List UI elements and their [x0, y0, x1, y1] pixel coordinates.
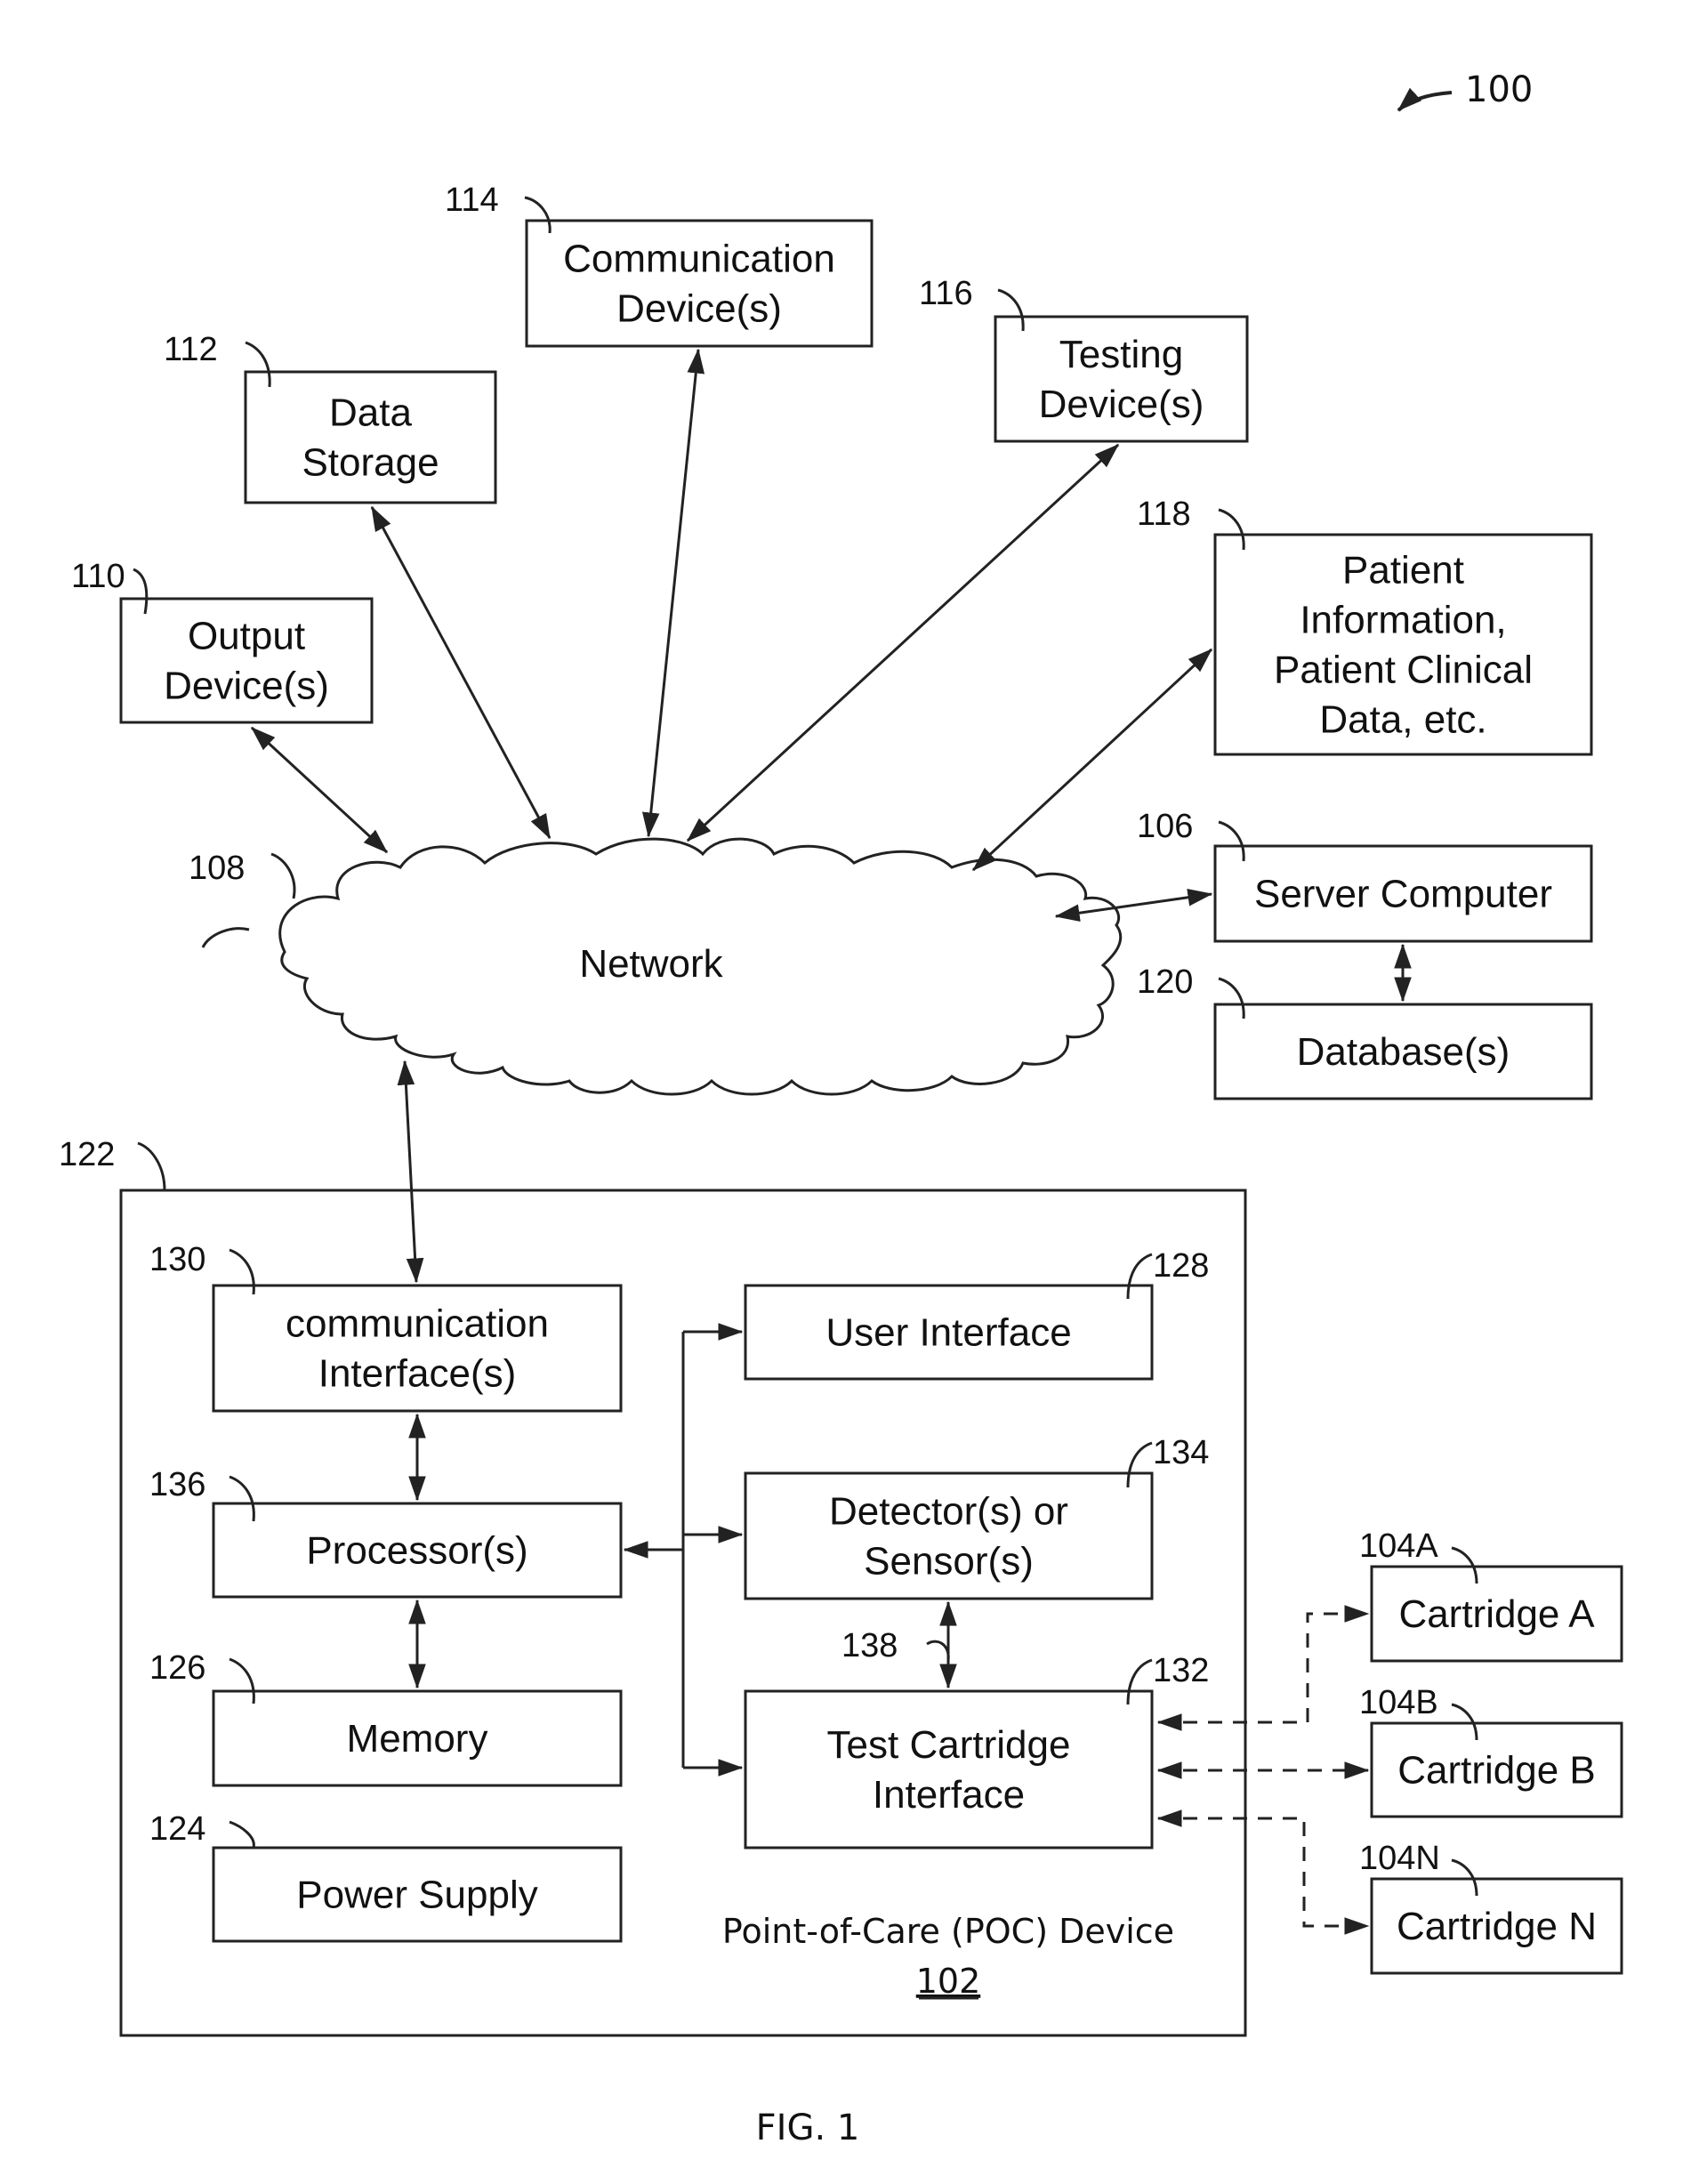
leader-line — [926, 1640, 950, 1661]
memory-ref: 126 — [149, 1649, 205, 1687]
arrow-communication-network — [641, 348, 705, 838]
cartridge-n-label: Cartridge N — [1397, 1905, 1597, 1948]
node-memory: Memory 126 — [149, 1649, 623, 1787]
node-power-supply: Power Supply 124 — [149, 1810, 623, 1943]
figure-ref-arrow-icon — [1397, 87, 1453, 112]
node-communication: Communication Device(s) 114 — [445, 181, 874, 348]
comm-interface-ref: 130 — [149, 1241, 205, 1278]
database-label: Database(s) — [1297, 1030, 1510, 1074]
cartridge-a-label: Cartridge A — [1398, 1592, 1595, 1636]
node-detector: Detector(s) or Sensor(s) 134 — [744, 1434, 1209, 1600]
database-ref: 120 — [1137, 963, 1193, 1001]
test-cartridge-interface-label: Test Cartridge — [827, 1723, 1071, 1767]
network-label: Network — [579, 942, 723, 986]
leader-line — [137, 1141, 166, 1191]
patient-info-label: Information, — [1300, 599, 1506, 642]
node-data-storage: Data Storage 112 — [164, 331, 497, 504]
processor-ref: 136 — [149, 1466, 205, 1503]
cartridge-n-ref: 104N — [1359, 1840, 1440, 1877]
node-test-cartridge-interface: Test Cartridge Interface 132 — [744, 1652, 1209, 1850]
link-ref-138: 138 — [841, 1627, 898, 1664]
output-label: Output — [188, 615, 305, 658]
node-processor: Processor(s) 136 — [149, 1466, 623, 1599]
network-ref: 108 — [189, 850, 245, 887]
server-ref: 106 — [1137, 808, 1193, 845]
node-output: Output Device(s) 110 — [71, 558, 374, 724]
leader-line — [270, 852, 296, 899]
dashed-link-cartridge-n — [1156, 1809, 1370, 1935]
comm-interface-label: Interface(s) — [318, 1352, 517, 1396]
cartridge-a-ref: 104A — [1359, 1527, 1438, 1565]
user-interface-ref: 128 — [1153, 1247, 1209, 1285]
test-cartridge-interface-label: Interface — [873, 1773, 1025, 1817]
patient-info-label: Patient — [1342, 549, 1464, 592]
patient-info-label: Data, etc. — [1319, 698, 1486, 742]
node-comm-interface: communication Interface(s) 130 — [149, 1241, 623, 1413]
detector-label: Sensor(s) — [864, 1540, 1034, 1584]
communication-label: Communication — [563, 238, 835, 281]
figure-ref-label: 100 — [1465, 69, 1533, 110]
node-testing: Testing Device(s) 116 — [919, 275, 1249, 443]
test-cartridge-interface-ref: 132 — [1153, 1652, 1209, 1689]
node-cartridge-b: Cartridge B 104B — [1359, 1684, 1623, 1818]
figure-ref-100: 100 — [1397, 69, 1533, 112]
node-user-interface: User Interface 128 — [744, 1247, 1209, 1381]
poc-ref: 122 — [59, 1136, 115, 1173]
data-storage-label: Storage — [302, 441, 439, 485]
communication-label: Device(s) — [616, 287, 782, 331]
node-patient-info: Patient Information, Patient Clinical Data,… — [1137, 496, 1593, 756]
node-server: Server Computer 106 — [1137, 808, 1593, 943]
poc-number: 102 — [916, 1962, 981, 2001]
testing-label: Testing — [1059, 333, 1183, 376]
system-diagram: 100 Network 108 Output Device(s) 110 Data St… — [59, 69, 1623, 2148]
arrow-testing-network — [686, 443, 1120, 842]
poc-title: Point-of-Care (POC) Device — [722, 1912, 1174, 1951]
cartridge-b-label: Cartridge B — [1397, 1749, 1596, 1793]
node-database: Database(s) 120 — [1137, 963, 1593, 1100]
power-supply-ref: 124 — [149, 1810, 205, 1848]
arrow-storage-network — [370, 505, 552, 840]
testing-ref: 116 — [919, 275, 973, 312]
communication-ref: 114 — [445, 181, 499, 219]
user-interface-label: User Interface — [825, 1311, 1071, 1355]
memory-label: Memory — [347, 1717, 488, 1761]
cartridge-b-ref: 104B — [1359, 1684, 1438, 1721]
patient-info-label: Patient Clinical — [1274, 649, 1533, 692]
data-storage-label: Data — [329, 391, 412, 435]
server-label: Server Computer — [1254, 873, 1552, 916]
node-cartridge-n: Cartridge N 104N — [1359, 1840, 1623, 1975]
detector-ref: 134 — [1153, 1434, 1209, 1471]
power-supply-label: Power Supply — [296, 1874, 537, 1917]
patient-info-ref: 118 — [1137, 496, 1191, 533]
arrow-network-comm-interface — [397, 1060, 424, 1284]
node-cartridge-a: Cartridge A 104A — [1359, 1527, 1623, 1663]
output-label: Device(s) — [164, 665, 329, 708]
processor-label: Processor(s) — [306, 1529, 527, 1573]
detector-label: Detector(s) or — [829, 1490, 1068, 1534]
comm-interface-label: communication — [286, 1302, 549, 1346]
figure-caption: FIG. 1 — [756, 2107, 860, 2148]
network-cloud: Network 108 — [189, 837, 1123, 1096]
arrow-output-network — [250, 726, 389, 854]
data-storage-ref: 112 — [164, 331, 218, 368]
leader-line — [229, 1820, 255, 1849]
testing-label: Device(s) — [1039, 383, 1204, 426]
output-ref: 110 — [71, 558, 125, 595]
test-cartridge-interface-box — [744, 1689, 1154, 1850]
